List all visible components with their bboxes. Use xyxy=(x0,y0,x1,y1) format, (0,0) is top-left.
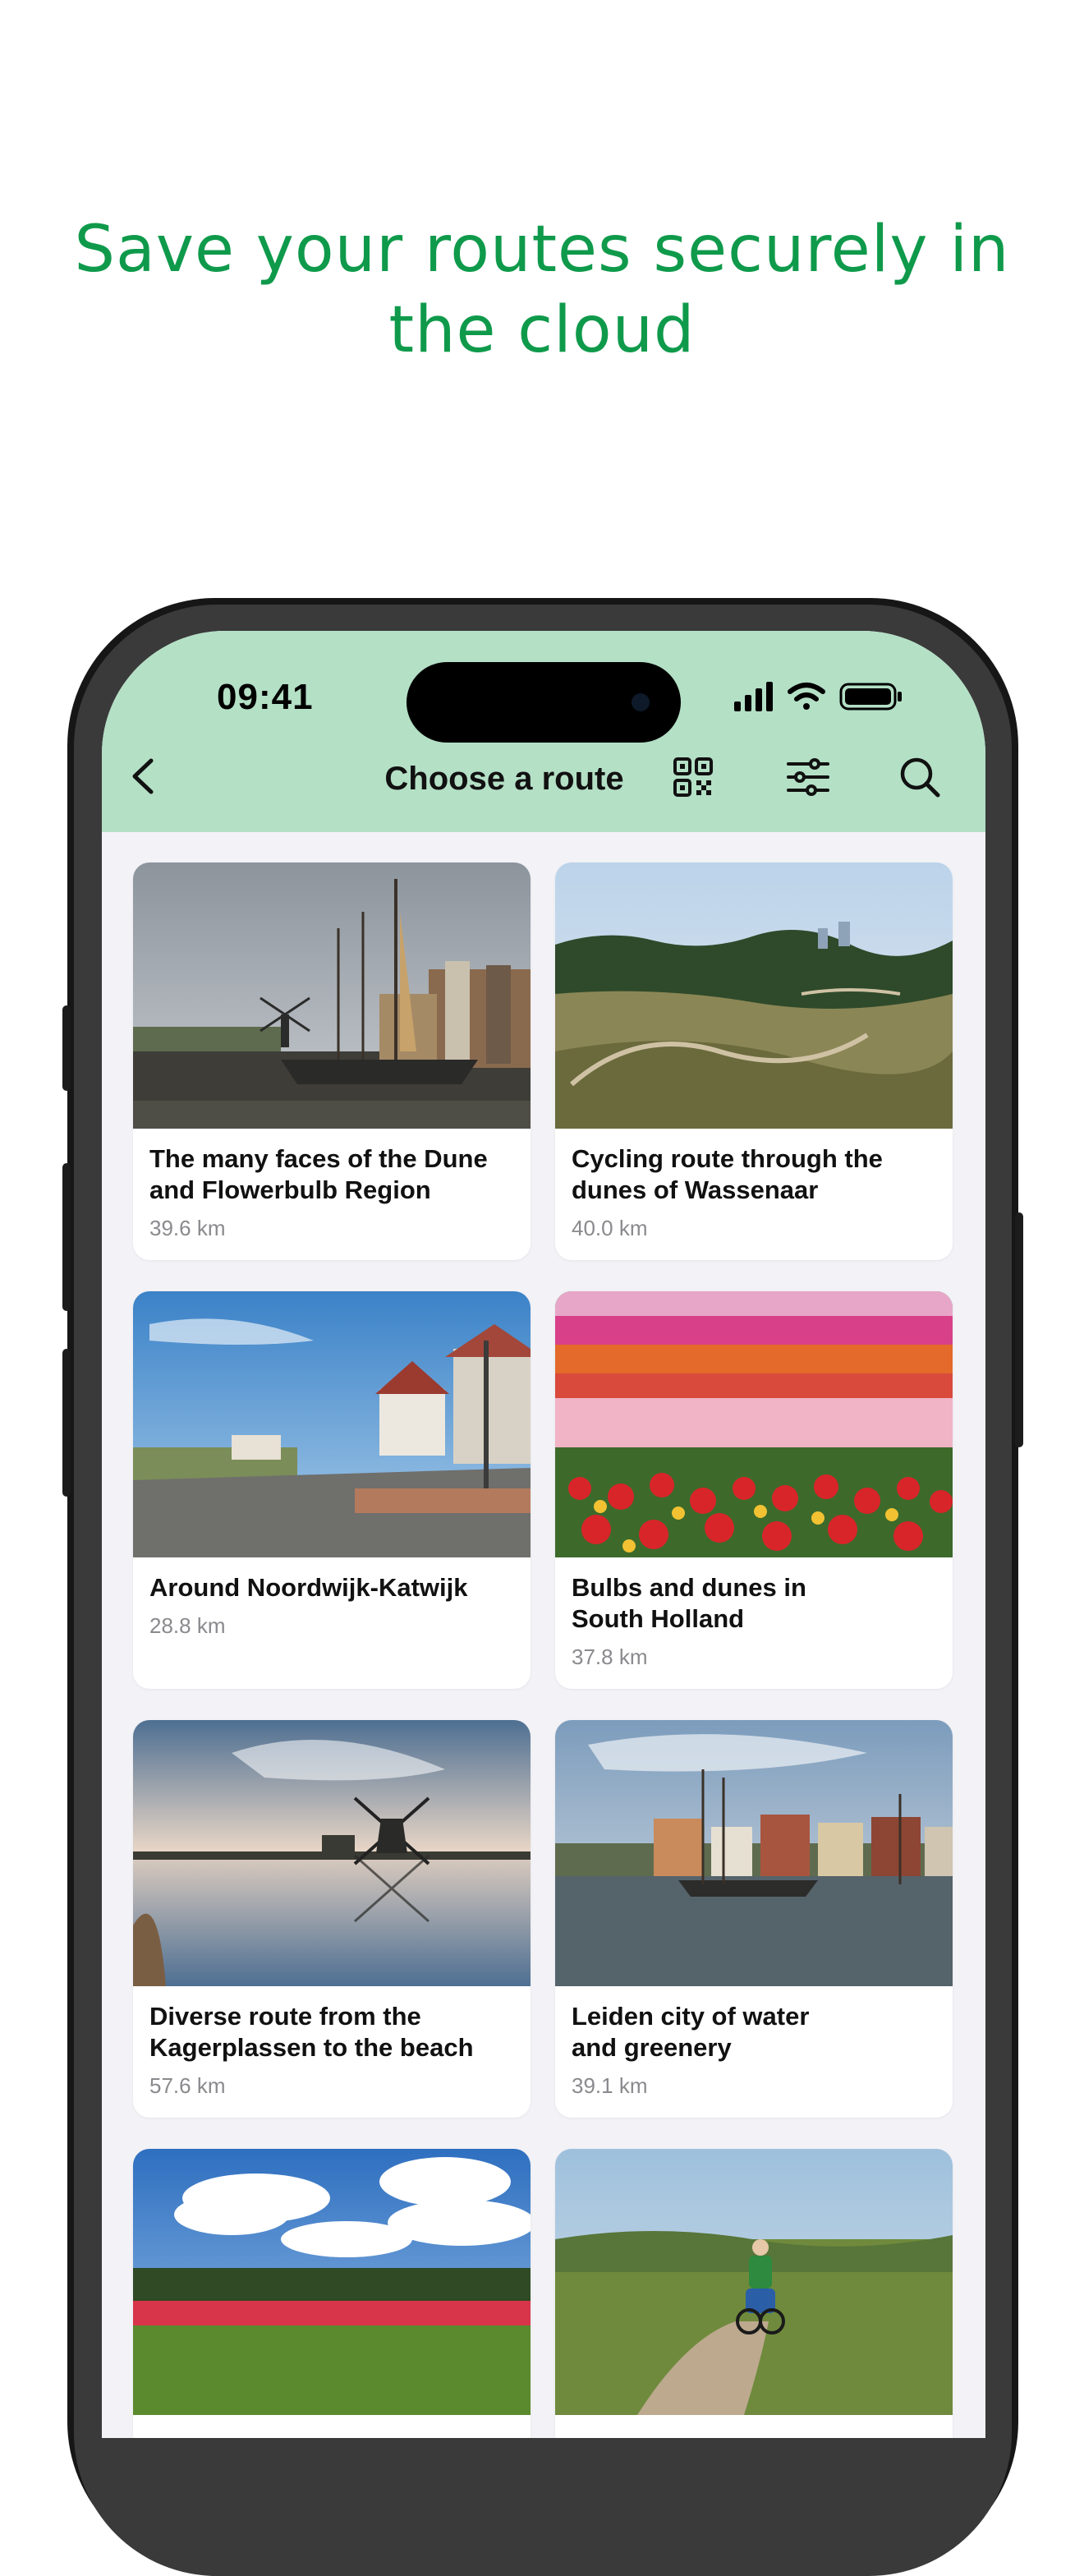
route-card[interactable] xyxy=(133,2149,531,2438)
route-distance: 39.1 km xyxy=(572,2073,648,2098)
route-photo-tulips xyxy=(555,1291,953,1557)
route-photo-harbour xyxy=(133,862,531,1129)
wifi-icon xyxy=(788,683,825,710)
side-button-volume-up xyxy=(62,1163,71,1311)
route-photo-promenade xyxy=(133,1291,531,1557)
route-distance: 28.8 km xyxy=(149,1613,226,1638)
route-distance: 57.6 km xyxy=(149,2073,226,2098)
route-card[interactable]: Cycling route through the dunes of Wasse… xyxy=(555,862,953,1260)
route-card[interactable]: Diverse route from the Kagerplassen to t… xyxy=(133,1720,531,2118)
route-photo-windmill xyxy=(133,1720,531,1986)
route-distance: 40.0 km xyxy=(572,1216,648,1240)
side-button-volume-down xyxy=(62,1349,71,1497)
filter-icon[interactable] xyxy=(783,752,833,802)
top-bar: 09:41 Choose a route xyxy=(102,631,985,832)
phone-screen: 09:41 Choose a route The many faces of t… xyxy=(102,631,985,2438)
route-title: Around Noordwijk-Katwijk xyxy=(149,1573,468,1602)
status-time: 09:41 xyxy=(217,677,314,717)
side-button-power xyxy=(1015,1212,1023,1447)
side-button-mute xyxy=(62,1005,71,1091)
signal-icon xyxy=(734,682,773,711)
route-distance: 39.6 km xyxy=(149,1216,226,1240)
route-title: The many faces of the Dune and Flowerbul… xyxy=(149,1144,488,1204)
headline-line-1: Save your routes securely in xyxy=(74,213,1010,287)
route-photo-dunes xyxy=(555,862,953,1129)
headline: Save your routes securely in the cloud xyxy=(49,209,1035,370)
headline-line-2: the cloud xyxy=(388,293,696,367)
route-photo-cyclist xyxy=(555,2149,953,2415)
route-title: Cycling route through the dunes of Wasse… xyxy=(572,1144,883,1204)
qr-code-icon[interactable] xyxy=(668,752,718,802)
route-distance: 37.8 km xyxy=(572,1644,648,1669)
page-title: Choose a route xyxy=(384,761,624,797)
route-card[interactable]: Bulbs and dunes in South Holland 37.8 km xyxy=(555,1291,953,1689)
search-icon[interactable] xyxy=(895,752,944,802)
back-icon[interactable] xyxy=(123,756,164,797)
route-card[interactable] xyxy=(555,2149,953,2438)
camera-icon xyxy=(632,693,650,711)
route-title: Bulbs and dunes in South Holland xyxy=(572,1573,806,1633)
route-title: Leiden city of water and greenery xyxy=(572,2002,810,2062)
route-card[interactable]: The many faces of the Dune and Flowerbul… xyxy=(133,862,531,1260)
route-card[interactable]: Leiden city of water and greenery 39.1 k… xyxy=(555,1720,953,2118)
route-photo-canal xyxy=(555,1720,953,1986)
route-title: Diverse route from the Kagerplassen to t… xyxy=(149,2002,474,2062)
dynamic-island xyxy=(406,662,681,743)
route-photo-flower-field xyxy=(133,2149,531,2415)
battery-icon xyxy=(839,683,902,711)
route-card[interactable]: Around Noordwijk-Katwijk 28.8 km xyxy=(133,1291,531,1689)
status-icons xyxy=(734,682,902,711)
